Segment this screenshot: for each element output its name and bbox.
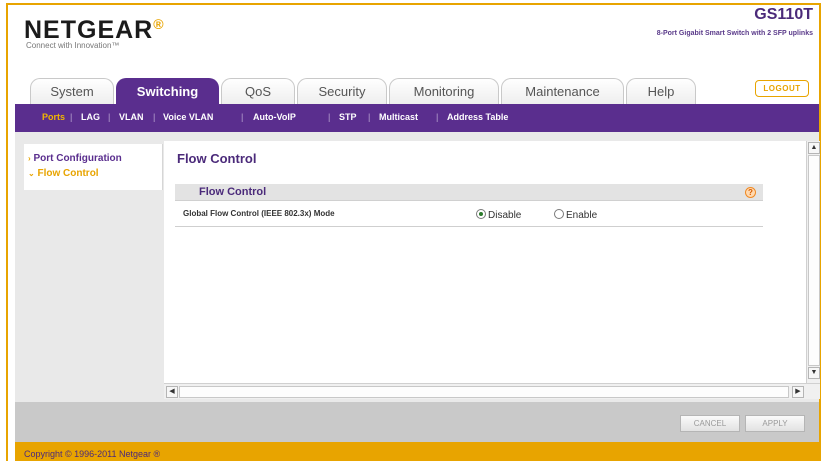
radio-disable-label: Disable	[488, 210, 522, 221]
logout-button[interactable]: LOGOUT	[755, 80, 809, 97]
subnav-ports[interactable]: Ports	[42, 112, 65, 122]
subnav-separator: |	[368, 112, 371, 122]
tab-security[interactable]: Security	[297, 78, 387, 104]
radio-enable[interactable]: Enable	[554, 209, 597, 221]
leftnav-item-flow-control[interactable]: ⌄ Flow Control	[28, 168, 99, 179]
radio-enable-circle[interactable]	[554, 209, 564, 219]
leftnav-item-port-configuration[interactable]: › Port Configuration	[28, 153, 122, 164]
action-bar: CANCEL APPLY	[15, 402, 819, 442]
row-divider	[175, 226, 763, 227]
tab-qos[interactable]: QoS	[221, 78, 295, 104]
subnav-separator: |	[436, 112, 439, 122]
vertical-scrollbar[interactable]: ▲ ▼	[806, 141, 820, 383]
copyright-text: Copyright © 1996-2011 Netgear ®	[24, 449, 161, 459]
chevron-right-icon: ›	[28, 154, 31, 163]
radio-disable[interactable]: Disable	[476, 209, 521, 221]
section-header: Flow Control ?	[175, 184, 763, 201]
subnav-separator: |	[108, 112, 111, 122]
radio-disable-circle[interactable]	[476, 209, 486, 219]
tab-monitoring[interactable]: Monitoring	[389, 78, 499, 104]
apply-button[interactable]: APPLY	[745, 415, 805, 432]
tab-system[interactable]: System	[30, 78, 114, 104]
vertical-scroll-thumb[interactable]	[808, 155, 820, 366]
left-navigation: › Port Configuration ⌄ Flow Control	[24, 144, 163, 190]
sub-navigation: Ports | LAG | VLAN | Voice VLAN | Auto-V…	[15, 104, 819, 132]
scroll-down-icon[interactable]: ▼	[808, 367, 820, 379]
scroll-left-icon[interactable]: ◀	[166, 386, 178, 398]
leftnav-label: Port Configuration	[33, 153, 122, 164]
product-description: 8-Port Gigabit Smart Switch with 2 SFP u…	[656, 30, 813, 37]
scroll-up-icon[interactable]: ▲	[808, 142, 820, 154]
leftnav-label: Flow Control	[37, 168, 99, 179]
copyright-bar: Copyright © 1996-2011 Netgear ®	[15, 442, 819, 461]
product-model: GS110T	[754, 6, 813, 23]
horizontal-scrollbar[interactable]: ◀ ▶	[164, 383, 820, 399]
radio-enable-label: Enable	[566, 210, 598, 221]
subnav-address-table[interactable]: Address Table	[447, 112, 508, 122]
subnav-separator: |	[153, 112, 156, 122]
tagline: Connect with Innovation™	[26, 41, 120, 50]
browser-frame: NETGEAR® Connect with Innovation™ GS110T…	[0, 0, 825, 461]
subnav-voice-vlan[interactable]: Voice VLAN	[163, 112, 213, 122]
tab-maintenance[interactable]: Maintenance	[501, 78, 624, 104]
subnav-lag[interactable]: LAG	[81, 112, 100, 122]
scroll-right-icon[interactable]: ▶	[792, 386, 804, 398]
tab-help[interactable]: Help	[626, 78, 696, 104]
subnav-auto-voip[interactable]: Auto-VoIP	[253, 112, 296, 122]
flow-control-mode-label: Global Flow Control (IEEE 802.3x) Mode	[183, 209, 335, 218]
logo-registered-mark: ®	[153, 16, 165, 32]
subnav-vlan[interactable]: VLAN	[119, 112, 144, 122]
page-title: Flow Control	[177, 151, 257, 166]
section-title: Flow Control	[199, 186, 267, 198]
subnav-separator: |	[70, 112, 73, 122]
tab-switching[interactable]: Switching	[116, 78, 219, 104]
horizontal-scroll-thumb[interactable]	[179, 386, 789, 398]
logo-text: NETGEAR	[24, 16, 154, 44]
subnav-multicast[interactable]: Multicast	[379, 112, 418, 122]
chevron-down-icon: ⌄	[28, 169, 35, 178]
main-panel: Flow Control Flow Control ? Global Flow …	[164, 141, 806, 383]
subnav-separator: |	[241, 112, 244, 122]
help-icon[interactable]: ?	[745, 187, 756, 198]
subnav-separator: |	[328, 112, 331, 122]
cancel-button[interactable]: CANCEL	[680, 415, 740, 432]
subnav-stp[interactable]: STP	[339, 112, 357, 122]
